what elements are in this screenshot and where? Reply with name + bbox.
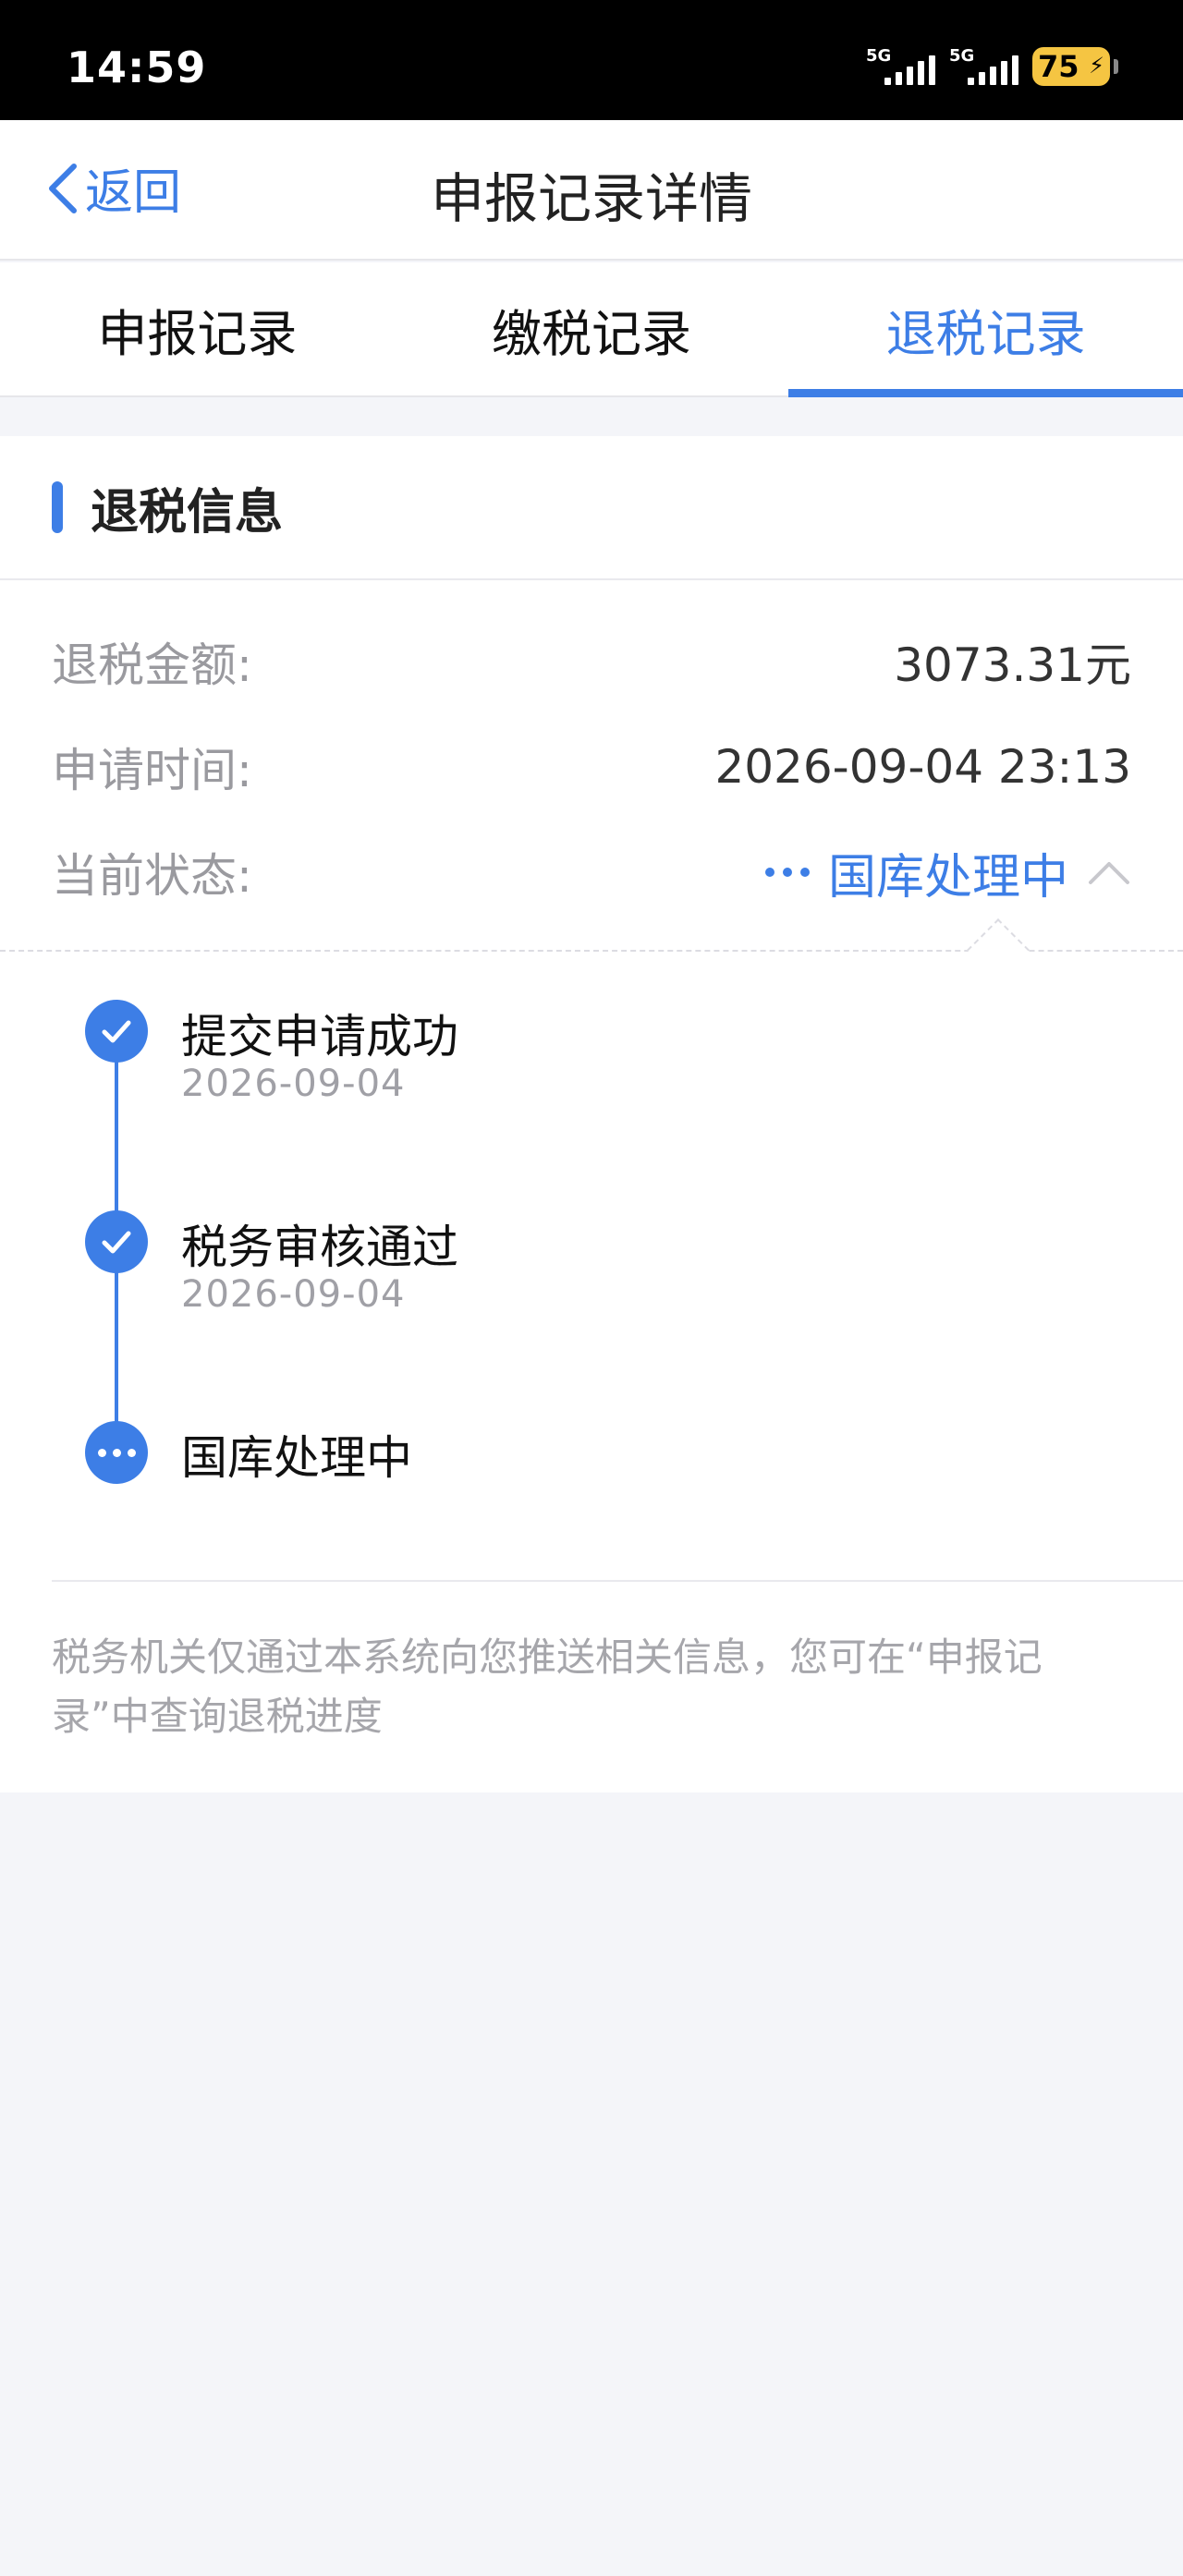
chevron-up-icon [1087, 844, 1131, 900]
signal-icon: 5G [866, 46, 936, 87]
battery-level: 75 [1038, 49, 1079, 84]
battery-cap [1114, 59, 1118, 74]
status-toggle[interactable]: 国库处理中 [764, 838, 1131, 907]
apply-time-row: 申请时间: 2026-09-04 23:13 [52, 730, 1131, 804]
timeline-node-pending [85, 1421, 148, 1484]
divider [52, 1580, 1183, 1582]
apply-time-label: 申请时间: [52, 744, 252, 797]
status-bar: 14:59 5G 5G 75 ⚡ [0, 0, 1183, 120]
tab-bar: 申报记录 缴税记录 退税记录 [0, 262, 1183, 397]
refund-amount-value: 3073.31元 [894, 638, 1131, 692]
section-header: 退税信息 [0, 436, 1183, 580]
more-dots-icon [97, 1448, 136, 1457]
nav-bar: 返回 申报记录详情 [0, 120, 1183, 261]
status-time: 14:59 [67, 43, 207, 92]
section-accent-bar [52, 481, 63, 533]
current-status-label: 当前状态: [52, 849, 252, 903]
footer-note: 税务机关仅通过本系统向您推送相关信息，您可在“申报记录”中查询退税进度 [52, 1634, 1043, 1739]
timeline-step-title: 国库处理中 [181, 1431, 412, 1485]
signal-icon: 5G [949, 46, 1019, 87]
status-indicators: 5G 5G 75 ⚡ [866, 46, 1118, 87]
charging-icon: ⚡ [1089, 53, 1104, 79]
timeline-step-title: 税务审核通过 [181, 1221, 458, 1274]
timeline-step-date: 2026-09-04 [181, 1273, 406, 1316]
tab-refund-records[interactable]: 退税记录 [788, 262, 1183, 397]
timeline-step-title: 提交申请成功 [181, 1010, 458, 1063]
current-status-value: 国库处理中 [827, 849, 1068, 905]
battery-icon: 75 ⚡ [1032, 47, 1110, 86]
tab-declaration-records[interactable]: 申报记录 [0, 262, 395, 395]
apply-time-value: 2026-09-04 23:13 [714, 740, 1131, 794]
timeline-node-done [85, 1210, 148, 1273]
timeline-node-done [85, 1000, 148, 1063]
refund-amount-label: 退税金额: [52, 638, 252, 692]
current-status-row: 当前状态: 国库处理中 [52, 835, 1131, 909]
tab-payment-records[interactable]: 缴税记录 [395, 262, 789, 395]
check-icon [102, 1231, 131, 1254]
timeline-step-date: 2026-09-04 [181, 1063, 406, 1105]
page-title: 申报记录详情 [430, 167, 752, 230]
section-title: 退税信息 [91, 484, 284, 541]
refund-info-card: 退税信息 退税金额: 3073.31元 申请时间: 2026-09-04 23:… [0, 436, 1183, 1792]
check-icon [102, 1020, 131, 1043]
popover-pointer [967, 918, 1030, 981]
more-dots-icon [764, 868, 810, 877]
refund-amount-row: 退税金额: 3073.31元 [52, 625, 1131, 699]
